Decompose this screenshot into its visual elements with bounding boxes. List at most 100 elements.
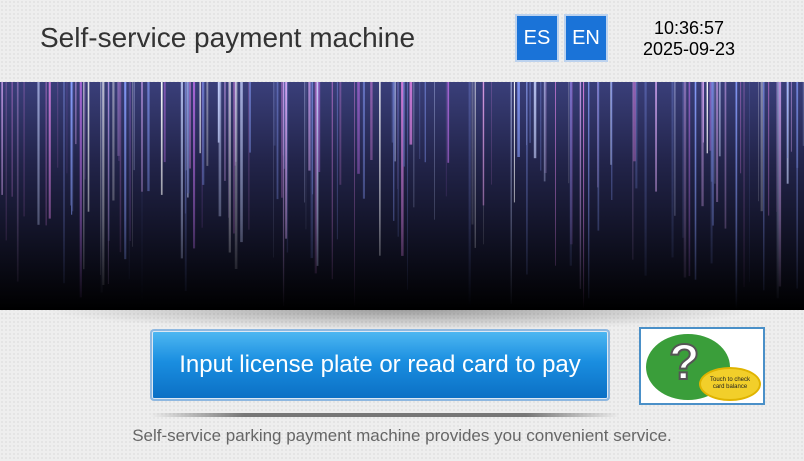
banner-streak: [240, 82, 243, 243]
banner-streak: [397, 82, 399, 237]
banner-streak: [611, 82, 613, 200]
banner-streak: [199, 82, 201, 154]
banner-streak: [1, 82, 3, 195]
banner-streak: [107, 82, 109, 284]
banner-streak: [129, 82, 131, 241]
banner-streak: [671, 82, 674, 258]
banner-streak: [403, 82, 405, 167]
pay-button[interactable]: Input license plate or read card to pay: [150, 329, 610, 401]
banner-streak: [160, 82, 163, 195]
banner-streak: [206, 82, 209, 166]
banner-streak: [87, 82, 90, 212]
banner-image: [0, 82, 804, 310]
banner-streak: [249, 82, 251, 153]
banner-streak: [57, 82, 59, 168]
banner-streak: [409, 82, 413, 145]
banner-streak: [688, 82, 691, 277]
banner-streak: [644, 82, 647, 276]
banner-streak: [37, 82, 40, 225]
clock-date: 2025-09-23: [642, 39, 736, 59]
banner-streak: [633, 82, 636, 162]
banner-streak: [724, 82, 727, 229]
footer-text: Self-service parking payment machine pro…: [132, 426, 672, 445]
banner-streak: [736, 82, 737, 262]
banner-streak: [84, 82, 86, 180]
banner-streak: [83, 82, 85, 270]
banner-streak: [75, 82, 77, 145]
banner-streak: [529, 82, 531, 143]
banner-streak: [224, 82, 226, 181]
banner-streak: [540, 82, 542, 171]
banner-streak: [397, 82, 398, 189]
banner-streak: [471, 82, 474, 225]
banner-streak: [778, 82, 782, 287]
banner-streak: [63, 82, 65, 284]
banner-streak: [510, 82, 512, 304]
banner-streak: [760, 82, 763, 212]
banner-streak: [128, 82, 130, 280]
card-balance-label: Touch to check card balance: [699, 367, 761, 401]
banner-streak: [45, 82, 47, 226]
banner-streak: [790, 82, 792, 152]
banner-streak: [743, 82, 745, 288]
banner-streak: [273, 82, 276, 146]
banner-streak: [119, 82, 122, 253]
banner-streak: [701, 82, 704, 207]
banner-streak: [286, 82, 289, 253]
banner-streak: [714, 82, 716, 184]
banner-streak: [304, 82, 305, 203]
banner-streak: [776, 82, 779, 299]
banner-streak: [339, 82, 342, 185]
banner-streak: [768, 82, 770, 216]
banner-streak: [379, 82, 381, 256]
banner-streak: [419, 82, 421, 159]
banner-streak: [71, 82, 73, 215]
banner-streak: [5, 82, 7, 241]
banner-streak: [555, 82, 556, 266]
banner-streak: [763, 82, 765, 291]
banner-streak: [533, 82, 537, 159]
divider: [150, 413, 620, 417]
banner-streak: [447, 82, 450, 163]
banner-streak: [317, 82, 321, 172]
page-title: Self-service payment machine: [40, 22, 416, 53]
banner-streak: [202, 82, 205, 185]
banner-streak: [112, 82, 115, 201]
banner-streak: [305, 82, 307, 230]
card-balance-help-button[interactable]: ? Touch to check card balance: [639, 327, 765, 405]
banner-streak: [180, 82, 183, 259]
banner-streak: [308, 82, 311, 171]
banner-streak: [710, 82, 713, 264]
banner-streak: [740, 82, 742, 174]
banner-streak: [786, 82, 789, 184]
banner-streak: [424, 82, 426, 163]
banner-streak: [706, 82, 708, 154]
banner-streak: [282, 82, 285, 307]
banner-streak: [394, 82, 396, 162]
language-es-button[interactable]: ES: [515, 14, 559, 62]
banner-streak: [79, 82, 82, 298]
banner-streak: [597, 82, 600, 231]
banner-streak: [11, 82, 13, 197]
banner-streak: [758, 82, 759, 202]
banner-streak: [70, 82, 71, 206]
language-en-button[interactable]: EN: [564, 14, 608, 62]
banner-streak: [102, 82, 105, 285]
banner-streak: [543, 82, 546, 182]
banner-streak: [100, 82, 101, 275]
banner-streak: [393, 82, 395, 221]
banner-streak: [787, 82, 788, 159]
banner-streak: [132, 82, 133, 247]
banner-streak: [569, 82, 572, 266]
banner-streak: [749, 82, 750, 282]
banner-streak: [526, 82, 528, 275]
banner-streak: [445, 82, 447, 197]
banner-streak: [474, 82, 476, 248]
banner-streak: [588, 82, 590, 299]
banner-streak: [281, 82, 283, 198]
banner-streak: [233, 82, 235, 234]
banner-streak: [228, 82, 231, 253]
banner-streak: [23, 82, 25, 217]
banner-streak: [370, 82, 373, 160]
banner-streak: [694, 82, 697, 280]
